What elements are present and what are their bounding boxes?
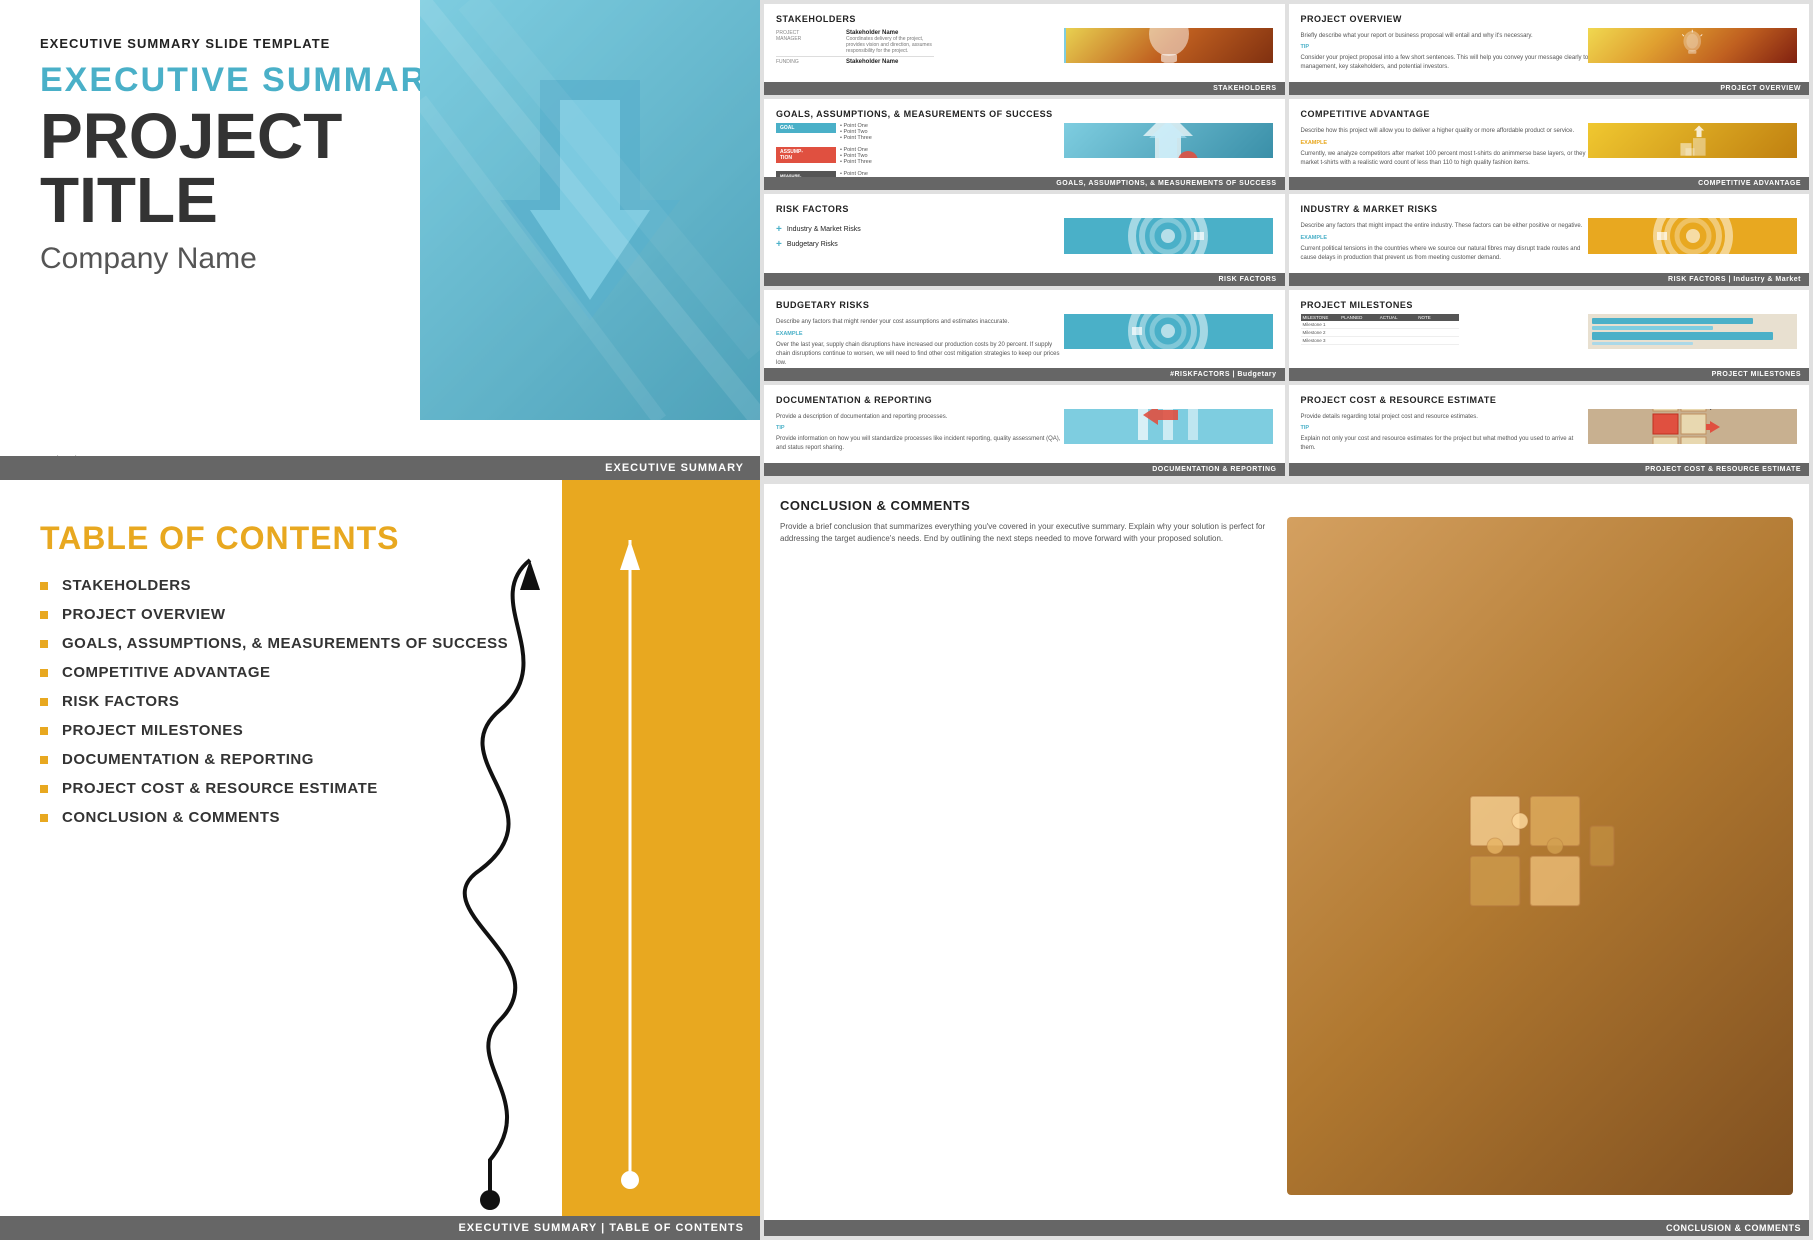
thumb-risk-footer: RISK FACTORS: [764, 273, 1285, 286]
path-illustration-svg: [400, 480, 760, 1240]
lightbulb-icon: [1139, 28, 1199, 63]
thumb-documentation: DOCUMENTATION & REPORTING Provide a desc…: [764, 385, 1285, 476]
arrow-3d-icon: [1133, 123, 1203, 158]
thumb-risk-title: RISK FACTORS: [776, 204, 1273, 214]
tip-label: TIP: [1301, 44, 1589, 50]
stakeholder-row: FUNDINGSPONSOR Stakeholder Name Obtains …: [776, 57, 934, 63]
example-label-industry: EXAMPLE: [1301, 235, 1589, 241]
toc-bullet: [40, 582, 48, 590]
thumb-risk-factors: RISK FACTORS + Industry & Market Risks +…: [764, 194, 1285, 285]
milestone-header: MILESTONE PLANNED ACTUAL NOTE: [1301, 314, 1459, 321]
goal-item: GOAL • Point One• Point Two• Point Three: [776, 123, 1064, 141]
thumb-project-overview-footer: PROJECT OVERVIEW: [1289, 82, 1810, 95]
toc-illustration: [400, 480, 760, 1240]
maze-teal2-image: [1064, 314, 1273, 349]
tip-label-doc: TIP: [776, 425, 1064, 431]
main-grid: EXECUTIVE SUMMARY SLIDE TEMPLATE EXECUTI…: [0, 0, 1813, 1240]
arrow-background: [420, 0, 760, 420]
toc-slide: TABLE OF CONTENTS STAKEHOLDERS PROJECT O…: [0, 480, 760, 1240]
toc-bullet: [40, 640, 48, 648]
thumb-conclusion-title: CONCLUSION & COMMENTS: [780, 498, 1793, 513]
thumb-budgetary-footer: #RISKFACTORS | Budgetary: [764, 368, 1285, 381]
stakeholders-table: PROJECTMANAGER Stakeholder Name Coordina…: [776, 28, 934, 63]
thumb-milestones-title: PROJECT MILESTONES: [1301, 300, 1798, 310]
thumb-doc-title: DOCUMENTATION & REPORTING: [776, 395, 1273, 405]
thumb-doc-body: Provide a description of documentation a…: [776, 413, 1064, 422]
thumb-goals: GOALS, ASSUMPTIONS, & MEASUREMENTS OF SU…: [764, 99, 1285, 190]
risk-item: + Industry & Market Risks: [776, 224, 1064, 235]
maze-teal2-icon: [1128, 314, 1208, 349]
toc-bullet: [40, 698, 48, 706]
thumb-doc-footer: DOCUMENTATION & REPORTING: [764, 463, 1285, 476]
thumb-budgetary-title: BUDGETARY RISKS: [776, 300, 1273, 310]
thumb-industry-title: INDUSTRY & MARKET RISKS: [1301, 204, 1798, 214]
toc-bullet: [40, 785, 48, 793]
thumb-project-overview-title: PROJECT OVERVIEW: [1301, 14, 1798, 24]
puzzle-pieces-icon: [1460, 786, 1620, 926]
gold-blocks-icon: [1663, 123, 1723, 158]
thumb-stakeholders-title: STAKEHOLDERS: [776, 14, 1273, 24]
thumb-goals-title: GOALS, ASSUMPTIONS, & MEASUREMENTS OF SU…: [776, 109, 1273, 119]
thumb-industry-body: Describe any factors that might impact t…: [1301, 222, 1589, 231]
thumb-comp-adv-footer: COMPETITIVE ADVANTAGE: [1289, 177, 1810, 190]
thumb-goals-footer: GOALS, ASSUMPTIONS, & MEASUREMENTS OF SU…: [764, 177, 1285, 190]
milestone-row: Milestone 1: [1301, 321, 1459, 329]
stakeholder-row: PROJECTMANAGER Stakeholder Name Coordina…: [776, 28, 934, 57]
thumb-cost-title: PROJECT COST & RESOURCE ESTIMATE: [1301, 395, 1798, 405]
thumb-conclusion-footer: CONCLUSION & COMMENTS: [764, 1220, 1809, 1236]
tip-label-cost: TIP: [1301, 425, 1589, 431]
milestone-table: MILESTONE PLANNED ACTUAL NOTE Milestone …: [1301, 314, 1459, 345]
thumb-milestones: PROJECT MILESTONES MILESTONE PLANNED ACT…: [1289, 290, 1810, 381]
example-label-budgetary: EXAMPLE: [776, 331, 1064, 337]
milestone-row: Milestone 3: [1301, 337, 1459, 345]
thumb-conclusion: CONCLUSION & COMMENTS Provide a brief co…: [764, 484, 1809, 1236]
lightbulb-colorful-icon: [1588, 28, 1797, 63]
toc-footer: EXECUTIVE SUMMARY | TABLE OF CONTENTS: [0, 1216, 760, 1240]
maze-teal-image: [1064, 218, 1273, 253]
exec-summary-slide: EXECUTIVE SUMMARY SLIDE TEMPLATE EXECUTI…: [0, 0, 760, 480]
slides-grid-top: STAKEHOLDERS PROJECTMANAGER Stakeholder …: [760, 0, 1813, 480]
toc-bullet: [40, 814, 48, 822]
maze-yellow-image: [1588, 218, 1797, 253]
thumb-budgetary: BUDGETARY RISKS Describe any factors tha…: [764, 290, 1285, 381]
toc-bullet: [40, 611, 48, 619]
thumb-milestones-footer: PROJECT MILESTONES: [1289, 368, 1810, 381]
thumb-budgetary-body: Describe any factors that might render y…: [776, 318, 1064, 327]
milestone-row: Milestone 2: [1301, 329, 1459, 337]
risk-item: + Budgetary Risks: [776, 239, 1064, 250]
thumb-project-cost: PROJECT COST & RESOURCE ESTIMATE Provide…: [1289, 385, 1810, 476]
thumb-industry-footer: RISK FACTORS | Industry & Market: [1289, 273, 1810, 286]
thumb-comp-adv-body: Describe how this project will allow you…: [1301, 127, 1589, 136]
assumption-item: ASSUMP-TION • Point One• Point Two• Poin…: [776, 147, 1064, 165]
toc-bullet: [40, 669, 48, 677]
maze-circle-icon: [1128, 218, 1208, 253]
risk-list: + Industry & Market Risks + Budgetary Ri…: [776, 224, 1064, 250]
arrow-svg-graphic: [420, 0, 760, 420]
arrows-up-icon: [1123, 409, 1213, 440]
thumb-industry-market: INDUSTRY & MARKET RISKS Describe any fac…: [1289, 194, 1810, 285]
exec-arrow-image: [420, 0, 760, 420]
exec-footer: EXECUTIVE SUMMARY: [0, 456, 760, 480]
thumb-stakeholders: STAKEHOLDERS PROJECTMANAGER Stakeholder …: [764, 4, 1285, 95]
toc-bullet: [40, 727, 48, 735]
maze-yellow-icon: [1653, 218, 1733, 253]
thumb-conclusion-body: Provide a brief conclusion that summariz…: [780, 521, 1287, 545]
example-label: EXAMPLE: [1301, 140, 1589, 146]
thumb-comp-adv-title: COMPETITIVE ADVANTAGE: [1301, 109, 1798, 119]
boxes-arrows-icon: [1648, 409, 1738, 444]
thumb-project-overview-body: Briefly describe what your report or bus…: [1301, 32, 1589, 41]
thumb-cost-body: Provide details regarding total project …: [1301, 413, 1589, 422]
thumb-competitive-advantage: COMPETITIVE ADVANTAGE Describe how this …: [1289, 99, 1810, 190]
thumb-cost-footer: PROJECT COST & RESOURCE ESTIMATE: [1289, 463, 1810, 476]
toc-bullet: [40, 756, 48, 764]
thumb-stakeholders-footer: STAKEHOLDERS: [764, 82, 1285, 95]
thumb-project-overview: PROJECT OVERVIEW Briefly describe what y…: [1289, 4, 1810, 95]
